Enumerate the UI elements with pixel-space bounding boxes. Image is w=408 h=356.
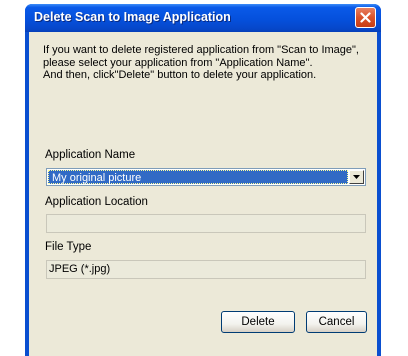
chevron-down-icon	[353, 175, 360, 179]
title-bar[interactable]: Delete Scan to Image Application	[25, 4, 381, 32]
cancel-button[interactable]: Cancel	[306, 311, 367, 333]
application-location-label: Application Location	[45, 196, 148, 208]
application-name-dropdown[interactable]: My original picture	[46, 168, 366, 186]
dropdown-button[interactable]	[349, 170, 364, 184]
close-button[interactable]	[355, 7, 376, 28]
application-name-selected-value[interactable]: My original picture	[48, 170, 348, 184]
instructions-text: If you want to delete registered applica…	[43, 44, 363, 82]
instructions-line-2: And then, click"Delete" button to delete…	[43, 69, 317, 81]
dialog-body: If you want to delete registered applica…	[29, 32, 377, 356]
application-name-label: Application Name	[45, 149, 136, 161]
dialog-window: Delete Scan to Image Application If you …	[25, 4, 381, 356]
application-location-field[interactable]	[46, 214, 366, 233]
delete-button[interactable]: Delete	[221, 311, 295, 333]
close-icon	[360, 12, 371, 23]
file-type-label: File Type	[45, 241, 92, 253]
instructions-line-1: If you want to delete registered applica…	[43, 44, 359, 69]
window-title: Delete Scan to Image Application	[34, 10, 231, 24]
file-type-field[interactable]: JPEG (*.jpg)	[46, 260, 366, 279]
